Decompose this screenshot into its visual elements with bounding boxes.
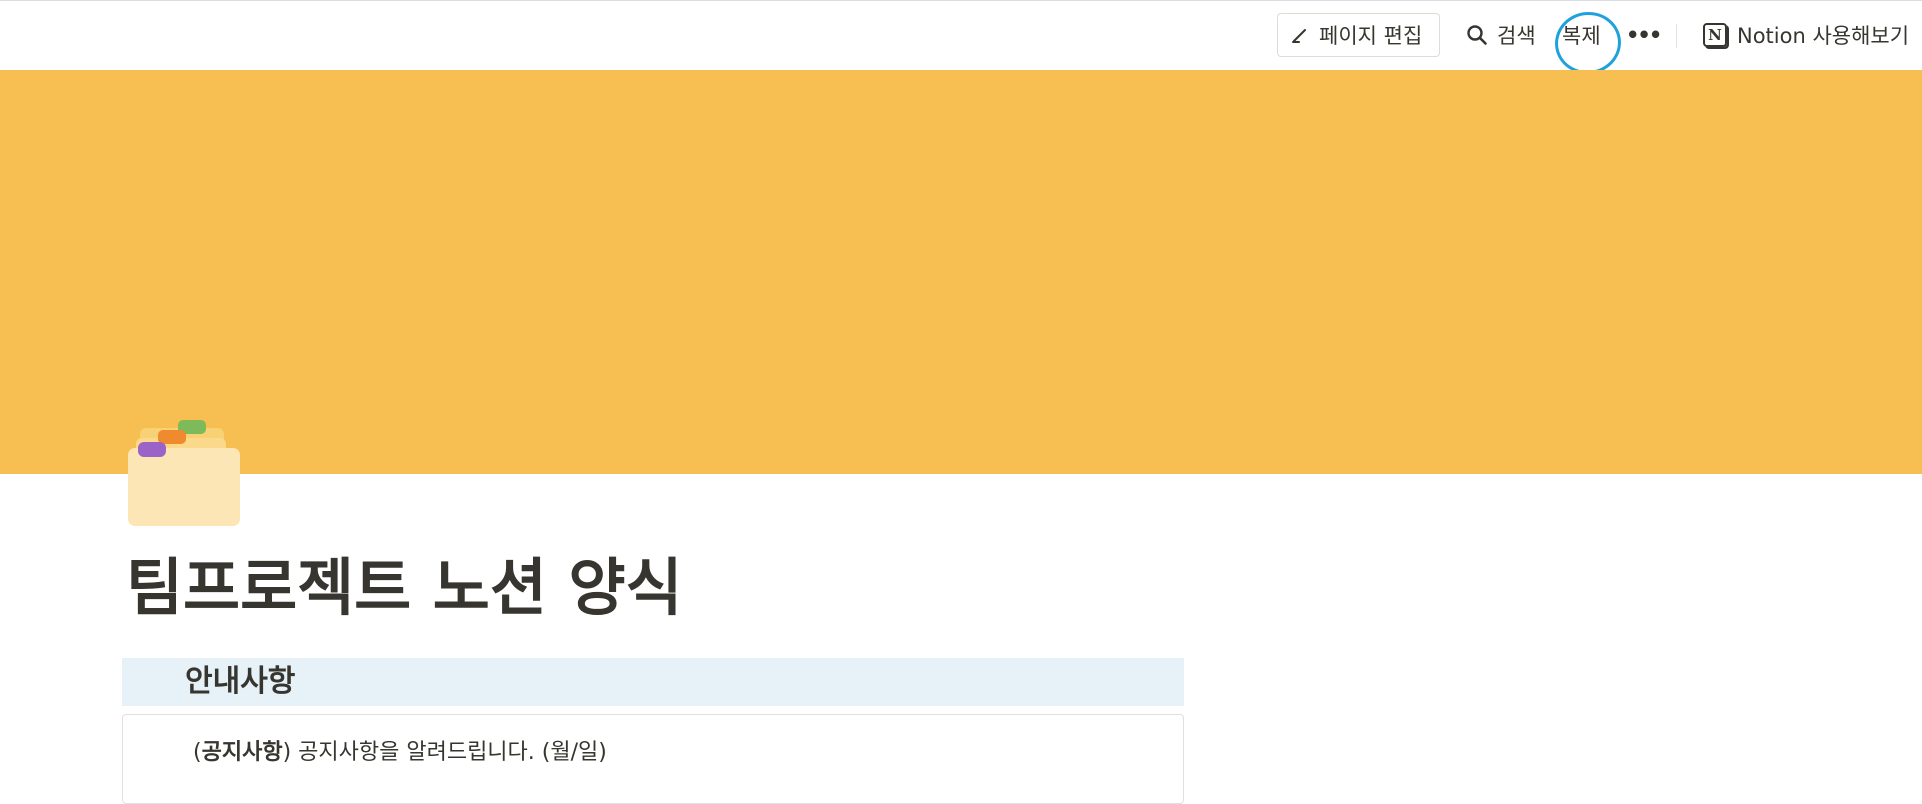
- try-notion-label: Notion 사용해보기: [1737, 24, 1910, 48]
- more-icon: •••: [1626, 23, 1662, 47]
- top-bar: 페이지 편집 검색 복제 ••• N Notion 사용해보기: [0, 0, 1922, 79]
- notice-bold-text: 공지사항: [201, 740, 283, 765]
- try-notion-button[interactable]: N Notion 사용해보기: [1703, 13, 1909, 57]
- page-cover: [0, 70, 1922, 474]
- notice-callout-header: 안내사항: [122, 658, 1184, 706]
- notice-heading: 안내사항: [185, 664, 296, 699]
- edit-page-label: 페이지 편집: [1319, 24, 1423, 48]
- search-label: 검색: [1497, 24, 1536, 48]
- notion-logo-icon: N: [1703, 23, 1727, 47]
- more-options-button[interactable]: •••: [1626, 13, 1662, 57]
- page-title: 팀프로젝트 노션 양식: [126, 551, 683, 624]
- pencil-icon: [1292, 29, 1306, 43]
- notice-callout-body: (공지사항) 공지사항을 알려드립니다. (월/일): [122, 714, 1184, 804]
- search-icon: [1467, 25, 1487, 45]
- notion-logo-letter: N: [1708, 26, 1722, 44]
- search-button[interactable]: 검색: [1466, 13, 1536, 57]
- notice-text: 공지사항을 알려드립니다. (월/일): [291, 740, 607, 765]
- notice-line: (공지사항) 공지사항을 알려드립니다. (월/일): [193, 737, 607, 769]
- notice-close-paren: ): [282, 740, 292, 765]
- edit-page-button[interactable]: 페이지 편집: [1277, 13, 1440, 57]
- notice-open-paren: (: [193, 740, 202, 765]
- topbar-divider: [1676, 24, 1677, 48]
- card-index-dividers-icon[interactable]: [128, 420, 240, 526]
